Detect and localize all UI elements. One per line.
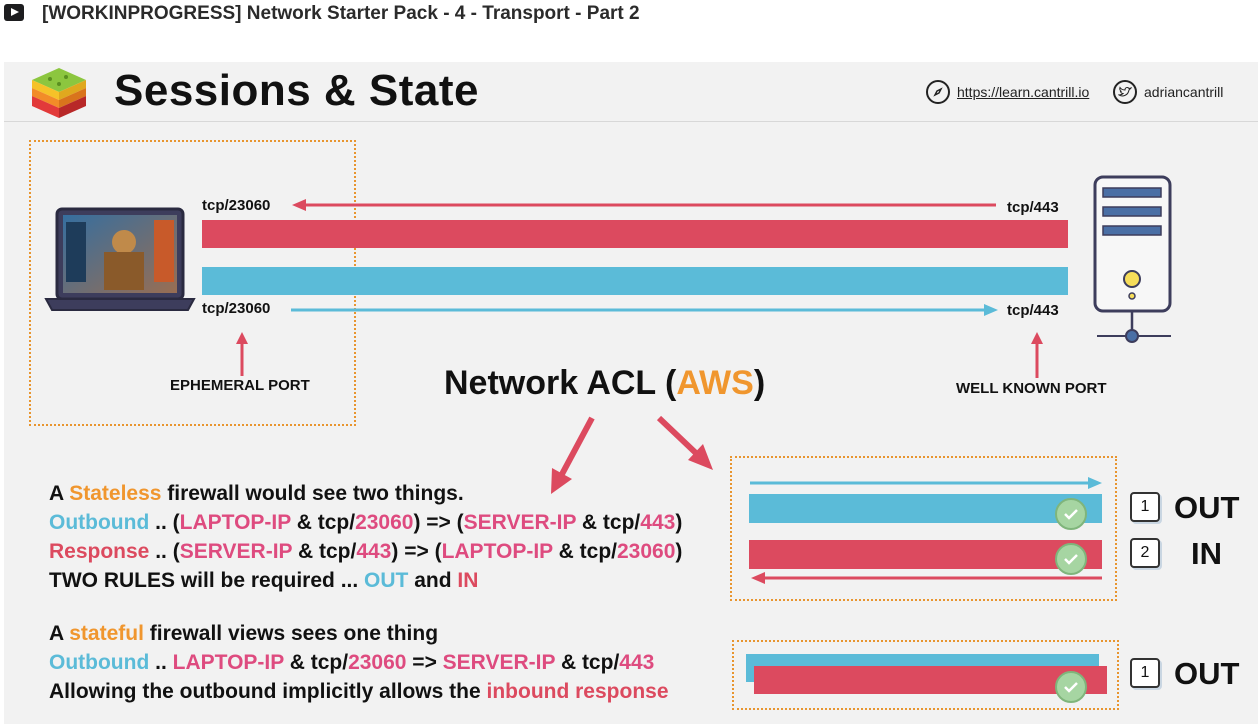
laptop-ip: LAPTOP-IP	[172, 651, 284, 674]
well-known-port-label: WELL KNOWN PORT	[956, 380, 1107, 397]
network-acl-title: Network ACL (AWS)	[444, 364, 765, 403]
slide: Sessions & State https://learn.cantrill.…	[4, 62, 1258, 724]
laptop-icon	[44, 207, 196, 311]
text-run: and	[408, 569, 458, 592]
port-number: 443	[356, 540, 392, 563]
check-icon	[1055, 543, 1087, 575]
stateless-line-4: TWO RULES will be required ... OUT and I…	[49, 569, 478, 593]
ephemeral-port-label: EPHEMERAL PORT	[170, 377, 310, 394]
server-ip: SERVER-IP	[442, 651, 556, 674]
text-run: & tcp/	[292, 540, 357, 563]
stateless-response-bar	[749, 540, 1102, 569]
client-port-bottom: tcp/23060	[202, 300, 271, 317]
text-run: .. (	[149, 540, 180, 563]
outbound-flow-bar	[202, 267, 1068, 295]
acl-title-prefix: Network ACL (	[444, 364, 677, 402]
check-icon	[1055, 498, 1087, 530]
port-number: 443	[619, 651, 655, 674]
video-title-bar: [WORKINPROGRESS] Network Starter Pack - …	[0, 0, 1258, 30]
in-keyword: IN	[457, 569, 479, 592]
text-run: .. (	[149, 511, 180, 534]
text-run: ..	[149, 651, 173, 674]
play-icon[interactable]	[4, 4, 24, 21]
rule-number-badge: 2	[1130, 538, 1160, 568]
laptop-ip: LAPTOP-IP	[441, 540, 553, 563]
server-port-top: tcp/443	[1007, 199, 1059, 216]
acl-title-aws: AWS	[676, 364, 754, 402]
outbound-keyword: Outbound	[49, 651, 150, 674]
inbound-response-keyword: inbound response	[486, 680, 669, 703]
text-run: & tcp/	[555, 651, 620, 674]
text-run: firewall views sees one thing	[143, 622, 439, 645]
stateful-line-2: Outbound .. LAPTOP-IP & tcp/23060 => SER…	[49, 651, 654, 675]
out-keyword: OUT	[364, 569, 409, 592]
text-run: TWO RULES will be required ...	[49, 569, 365, 592]
text-run: & tcp/	[576, 511, 641, 534]
stateful-keyword: stateful	[69, 622, 144, 645]
port-number: 443	[640, 511, 676, 534]
text-run: firewall would see two things.	[161, 482, 464, 505]
rule-number-badge: 1	[1130, 492, 1160, 522]
stateful-line-1: A stateful firewall views sees one thing	[49, 622, 438, 646]
rule-direction-in: IN	[1191, 536, 1222, 571]
port-number: 23060	[355, 511, 414, 534]
response-keyword: Response	[49, 540, 150, 563]
client-port-top: tcp/23060	[202, 197, 271, 214]
text-run: ) => (	[413, 511, 464, 534]
video-title[interactable]: [WORKINPROGRESS] Network Starter Pack - …	[42, 3, 640, 25]
stateless-outbound-bar	[749, 494, 1102, 523]
server-ip: SERVER-IP	[463, 511, 577, 534]
text-run: Allowing the outbound implicitly allows …	[49, 680, 487, 703]
response-flow-bar	[202, 220, 1068, 248]
server-port-bottom: tcp/443	[1007, 302, 1059, 319]
text-run: )	[675, 540, 683, 563]
outbound-keyword: Outbound	[49, 511, 150, 534]
laptop-ip: LAPTOP-IP	[179, 511, 291, 534]
stateless-keyword: Stateless	[69, 482, 162, 505]
stateless-line-1: A Stateless firewall would see two thing…	[49, 482, 464, 506]
stateful-response-bar	[754, 666, 1107, 694]
text-run: A	[49, 482, 70, 505]
rule-direction-out: OUT	[1174, 656, 1240, 691]
server-icon	[1093, 175, 1172, 343]
stateless-line-2: Outbound .. (LAPTOP-IP & tcp/23060) => (…	[49, 511, 682, 535]
text-run: =>	[406, 651, 443, 674]
port-number: 23060	[348, 651, 407, 674]
text-run: & tcp/	[552, 540, 617, 563]
text-run: & tcp/	[290, 511, 356, 534]
text-run: ) => (	[391, 540, 442, 563]
text-run: )	[675, 511, 683, 534]
stateful-line-3: Allowing the outbound implicitly allows …	[49, 680, 669, 704]
text-run: A	[49, 622, 70, 645]
check-icon	[1055, 671, 1087, 703]
server-ip: SERVER-IP	[179, 540, 293, 563]
stateless-rules-box	[730, 456, 1117, 601]
stateless-line-3: Response .. (SERVER-IP & tcp/443) => (LA…	[49, 540, 682, 564]
rule-direction-out: OUT	[1174, 490, 1240, 525]
text-run: & tcp/	[283, 651, 349, 674]
acl-title-suffix: )	[753, 364, 766, 402]
rule-number-badge: 1	[1130, 658, 1160, 688]
port-number: 23060	[616, 540, 676, 563]
